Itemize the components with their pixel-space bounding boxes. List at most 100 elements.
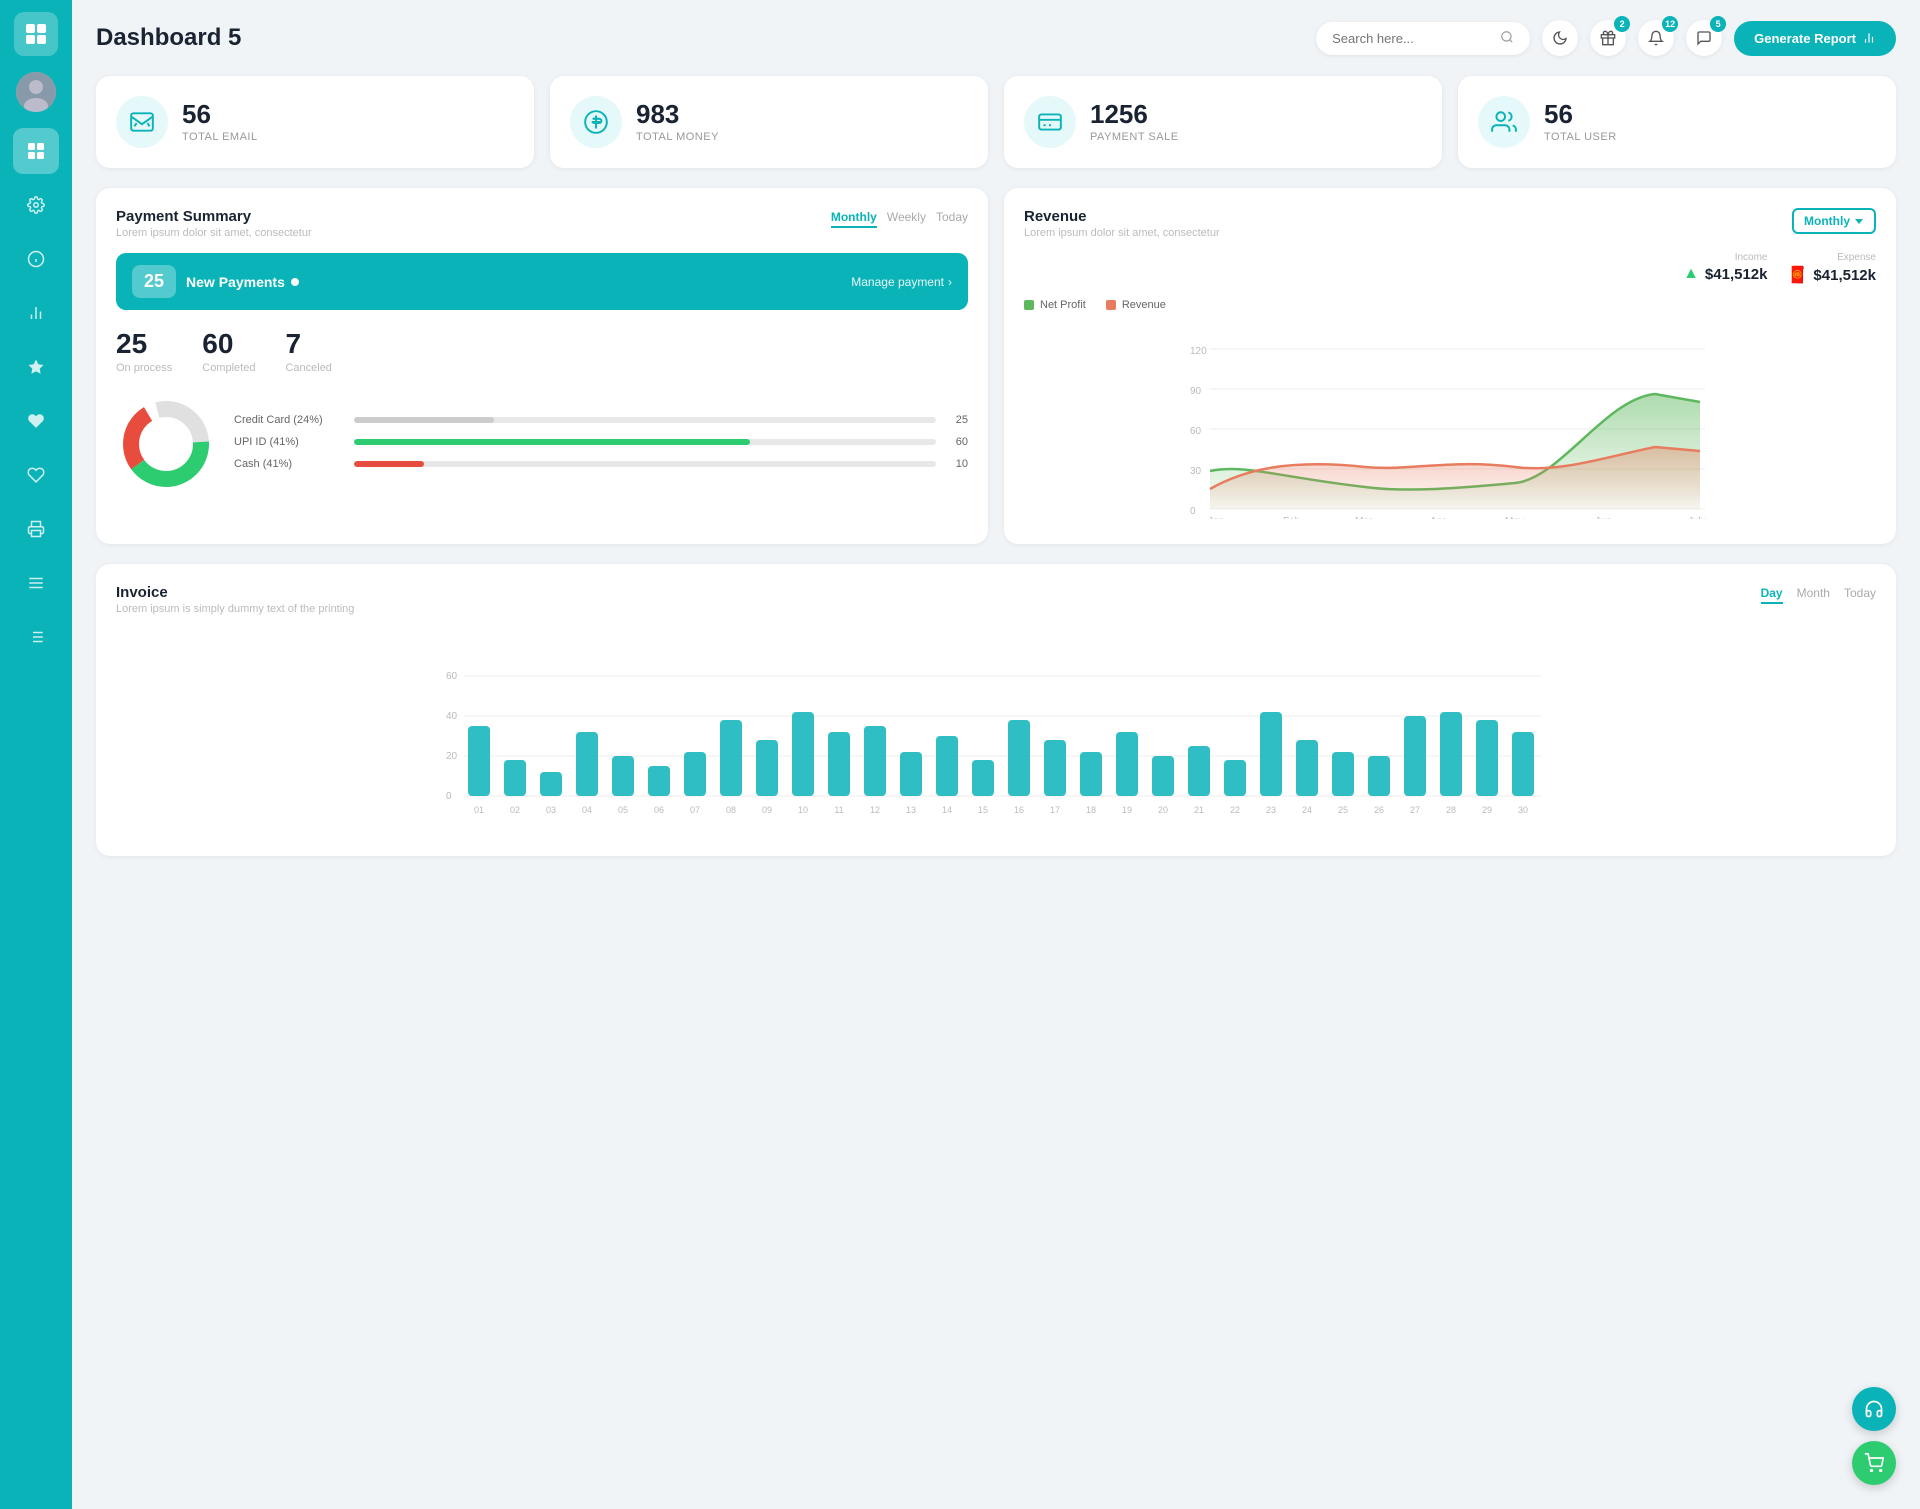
legend-dot-net-profit (1024, 300, 1034, 310)
svg-text:30: 30 (1190, 466, 1202, 477)
manage-payment-link[interactable]: Manage payment › (851, 275, 952, 289)
tab-monthly[interactable]: Monthly (831, 208, 877, 228)
legend-net-profit: Net Profit (1024, 299, 1086, 311)
search-input[interactable] (1332, 31, 1492, 46)
invoice-bar[interactable] (468, 726, 490, 796)
tab-day[interactable]: Day (1761, 584, 1783, 604)
stat-number-money: 983 (636, 101, 719, 127)
sidebar-item-menu[interactable] (13, 560, 59, 606)
invoice-bar[interactable] (792, 712, 814, 796)
avatar[interactable] (16, 72, 56, 112)
chat-badge: 5 (1710, 16, 1726, 32)
invoice-bar[interactable] (1152, 756, 1174, 796)
gift-btn[interactable]: 2 (1590, 20, 1626, 56)
invoice-bar[interactable] (576, 732, 598, 796)
sidebar-item-info[interactable] (13, 236, 59, 282)
prog-row-credit: Credit Card (24%) 25 (234, 414, 968, 426)
revenue-header: Revenue Lorem ipsum dolor sit amet, cons… (1024, 208, 1876, 285)
svg-text:Mar: Mar (1355, 516, 1373, 519)
invoice-bar[interactable] (1116, 732, 1138, 796)
invoice-bar[interactable] (648, 766, 670, 796)
svg-text:May: May (1505, 516, 1524, 519)
invoice-bar[interactable] (1224, 760, 1246, 796)
invoice-bar[interactable] (756, 740, 778, 796)
sidebar-item-settings[interactable] (13, 182, 59, 228)
invoice-bar[interactable] (1404, 716, 1426, 796)
invoice-bar[interactable] (1368, 756, 1390, 796)
invoice-bar[interactable] (504, 760, 526, 796)
stat-number-email: 56 (182, 101, 258, 127)
sidebar-item-print[interactable] (13, 506, 59, 552)
svg-text:0: 0 (1190, 506, 1196, 517)
payment-icon (1024, 96, 1076, 148)
stat-number-payment: 1256 (1090, 101, 1179, 127)
payment-summary-header: Payment Summary Lorem ipsum dolor sit am… (116, 208, 968, 239)
float-buttons (1852, 1387, 1896, 1485)
expense-icon: 🧧 (1788, 265, 1808, 285)
svg-text:60: 60 (1190, 426, 1202, 437)
invoice-bar[interactable] (1188, 746, 1210, 796)
invoice-bar[interactable] (828, 732, 850, 796)
svg-text:40: 40 (446, 711, 458, 722)
invoice-bar-label: 30 (1518, 805, 1528, 815)
income-expense-row: Income ▲ $41,512k Expense 🧧 $41,512k (1683, 252, 1876, 285)
invoice-bar[interactable] (720, 720, 742, 796)
invoice-bar[interactable] (972, 760, 994, 796)
tab-month[interactable]: Month (1797, 584, 1830, 604)
sidebar-item-list[interactable] (13, 614, 59, 660)
invoice-bar[interactable] (1332, 752, 1354, 796)
support-float-btn[interactable] (1852, 1387, 1896, 1431)
invoice-bar[interactable] (1512, 732, 1534, 796)
invoice-bar[interactable] (900, 752, 922, 796)
invoice-bar[interactable] (1260, 712, 1282, 796)
invoice-bar-label: 23 (1266, 805, 1276, 815)
main-content: Dashboard 5 (72, 0, 1920, 1509)
payment-summary-title: Payment Summary (116, 208, 312, 225)
svg-text:July: July (1688, 516, 1706, 519)
invoice-tab-group: Day Month Today (1761, 584, 1876, 604)
generate-report-button[interactable]: Generate Report (1734, 21, 1896, 56)
search-icon[interactable] (1500, 30, 1514, 47)
tab-today[interactable]: Today (936, 208, 968, 228)
tab-today[interactable]: Today (1844, 584, 1876, 604)
prog-row-upi: UPI ID (41%) 60 (234, 436, 968, 448)
invoice-bar[interactable] (936, 736, 958, 796)
invoice-bar[interactable] (864, 726, 886, 796)
user-icon (1478, 96, 1530, 148)
tab-weekly[interactable]: Weekly (887, 208, 926, 228)
trio-on-process: 25 On process (116, 328, 172, 374)
invoice-bar-label: 21 (1194, 805, 1204, 815)
bell-badge: 12 (1662, 16, 1678, 32)
sidebar-item-heart2[interactable] (13, 452, 59, 498)
sidebar-item-heart[interactable] (13, 398, 59, 444)
svg-text:Apr: Apr (1430, 516, 1446, 519)
invoice-bar[interactable] (1296, 740, 1318, 796)
cart-float-btn[interactable] (1852, 1441, 1896, 1485)
payment-summary-card: Payment Summary Lorem ipsum dolor sit am… (96, 188, 988, 544)
invoice-bar[interactable] (612, 756, 634, 796)
bell-btn[interactable]: 12 (1638, 20, 1674, 56)
invoice-bar[interactable] (1008, 720, 1030, 796)
sidebar-item-star[interactable] (13, 344, 59, 390)
revenue-monthly-dropdown[interactable]: Monthly (1792, 208, 1876, 234)
invoice-bar-label: 27 (1410, 805, 1420, 815)
stat-label-money: TOTAL MONEY (636, 131, 719, 143)
invoice-bar-label: 16 (1014, 805, 1024, 815)
dark-mode-btn[interactable] (1542, 20, 1578, 56)
sidebar-logo[interactable] (14, 12, 58, 56)
invoice-bar-label: 15 (978, 805, 988, 815)
revenue-title-group: Revenue Lorem ipsum dolor sit amet, cons… (1024, 208, 1220, 239)
invoice-bar[interactable] (540, 772, 562, 796)
sidebar-item-chart[interactable] (13, 290, 59, 336)
revenue-chart: 0 30 60 90 120 (1024, 319, 1876, 519)
chat-btn[interactable]: 5 (1686, 20, 1722, 56)
invoice-bar[interactable] (1476, 720, 1498, 796)
stats-row: 56 TOTAL EMAIL 983 TOTAL MONEY (96, 76, 1896, 168)
sidebar-item-dashboard[interactable] (13, 128, 59, 174)
invoice-bar[interactable] (684, 752, 706, 796)
invoice-bar[interactable] (1440, 712, 1462, 796)
invoice-bar[interactable] (1080, 752, 1102, 796)
invoice-bar[interactable] (1044, 740, 1066, 796)
stat-label-user: TOTAL USER (1544, 131, 1617, 143)
invoice-bar-label: 09 (762, 805, 772, 815)
